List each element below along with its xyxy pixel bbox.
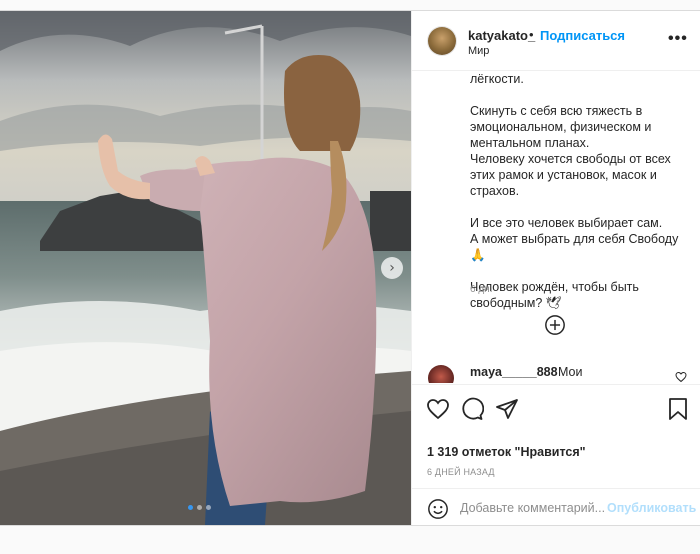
plus-circle-icon[interactable] — [544, 314, 566, 336]
comment-box: Опубликовать — [412, 488, 700, 527]
post-date[interactable]: 6 ДНЕЙ НАЗАД — [427, 467, 495, 477]
heart-icon[interactable] — [426, 397, 450, 421]
bookmark-icon[interactable] — [666, 397, 690, 421]
username[interactable]: katyakato_ — [468, 28, 535, 43]
photo-illustration — [0, 11, 411, 525]
post-caption: лёгкости. Скинуть с себя всю тяжесть в э… — [470, 72, 679, 310]
publish-button[interactable]: Опубликовать — [607, 501, 696, 515]
comment-heart-icon[interactable] — [675, 371, 687, 383]
comment-username[interactable]: maya_____888 — [470, 365, 558, 379]
separator: • — [529, 27, 534, 42]
carousel-dot-2 — [197, 505, 202, 510]
more-icon[interactable]: ••• — [668, 30, 688, 48]
comment-input[interactable] — [460, 498, 610, 518]
comment-row: maya_____888 Мои — [428, 363, 688, 383]
post-header: katyakato_ • Подписаться Мир ••• — [412, 11, 700, 71]
post-actions: 1 319 отметок "Нравится" 6 ДНЕЙ НАЗАД Оп… — [412, 384, 700, 526]
avatar[interactable] — [428, 27, 456, 55]
comment-avatar[interactable] — [428, 365, 454, 383]
caption-area: лёгкости. Скинуть с себя всю тяжесть в э… — [412, 71, 700, 383]
likes-count[interactable]: 1 319 отметок "Нравится" — [427, 445, 586, 459]
post-side-panel: katyakato_ • Подписаться Мир ••• лёгкост… — [411, 11, 700, 525]
carousel-dot-3 — [206, 505, 211, 510]
carousel-dots — [188, 505, 211, 510]
comment-text: Мои — [558, 365, 583, 379]
location-link[interactable]: Мир — [468, 45, 489, 57]
post-card: › katyakato_ • Подписаться Мир ••• лёгко… — [0, 10, 700, 526]
share-icon[interactable] — [495, 397, 519, 421]
caption-timestamp[interactable]: 6 дн. — [470, 284, 492, 295]
comment-icon[interactable] — [460, 397, 484, 421]
follow-button[interactable]: Подписаться — [540, 28, 625, 43]
emoji-icon[interactable] — [427, 498, 449, 520]
carousel-next-button[interactable]: › — [381, 257, 403, 279]
carousel-dot-1 — [188, 505, 193, 510]
post-photo[interactable]: › — [0, 11, 411, 525]
